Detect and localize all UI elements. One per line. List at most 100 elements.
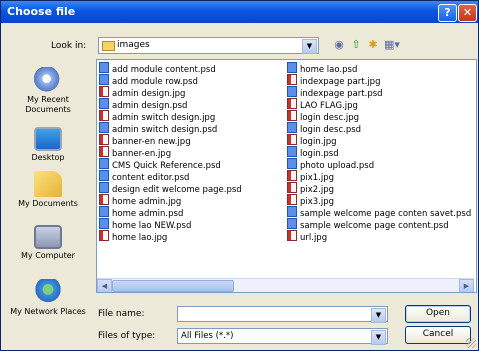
file-item[interactable]: admin design.jpg — [99, 86, 242, 99]
file-name-field[interactable]: ▼ — [177, 306, 388, 323]
jpg-file-icon — [287, 98, 297, 109]
file-item[interactable]: home admin.jpg — [99, 194, 242, 207]
file-item[interactable]: add module row.psd — [99, 74, 242, 87]
psd-file-icon — [99, 218, 109, 229]
file-item-label: home lao.jpg — [112, 233, 168, 243]
file-item[interactable]: login.psd — [287, 146, 471, 159]
file-item[interactable]: admin switch design.psd — [99, 122, 242, 135]
file-item[interactable]: login desc.jpg — [287, 110, 471, 123]
recent-documents-icon — [34, 67, 62, 93]
place-recent-documents[interactable]: My Recent Documents — [5, 67, 91, 115]
network-places-icon — [34, 279, 62, 305]
scroll-right-icon[interactable]: ▶ — [459, 279, 474, 292]
file-item[interactable]: design edit welcome page.psd — [99, 182, 242, 195]
horizontal-scrollbar[interactable]: ◀ ▶ — [97, 278, 474, 292]
resize-grip[interactable] — [466, 338, 476, 348]
places-bar: My Recent Documents Desktop My Documents… — [5, 59, 91, 329]
file-item[interactable]: url.jpg — [287, 230, 471, 243]
file-type-value: All Files (*.*) — [181, 331, 234, 341]
my-documents-icon — [34, 171, 62, 197]
file-item-label: url.jpg — [300, 233, 328, 243]
chevron-down-icon[interactable]: ▼ — [371, 330, 386, 345]
look-in-value: images — [117, 40, 150, 50]
file-item[interactable]: CMS Quick Reference.psd — [99, 158, 242, 171]
file-item[interactable]: indexpage part.psd — [287, 86, 471, 99]
jpg-file-icon — [287, 194, 297, 205]
file-item[interactable]: sample welcome page conten savet.psd — [287, 206, 471, 219]
title-bar[interactable]: Choose file ? ✕ — [1, 1, 478, 23]
place-label: Desktop — [31, 153, 65, 162]
file-column-left: add module content.psd add module row.psd… — [99, 62, 242, 243]
cancel-button[interactable]: Cancel — [405, 326, 471, 344]
psd-file-icon — [99, 74, 109, 85]
scroll-thumb[interactable] — [112, 280, 234, 292]
jpg-file-icon — [287, 182, 297, 193]
file-item[interactable]: LAO FLAG.jpg — [287, 98, 471, 111]
file-item[interactable]: pix1.jpg — [287, 170, 471, 183]
psd-file-icon — [287, 206, 297, 217]
file-type-select[interactable]: All Files (*.*) ▼ — [177, 328, 388, 345]
help-button[interactable]: ? — [438, 4, 457, 22]
file-item[interactable]: home lao.jpg — [99, 230, 242, 243]
file-item[interactable]: pix2.jpg — [287, 182, 471, 195]
file-item[interactable]: sample welcome page content.psd — [287, 218, 471, 231]
file-item[interactable]: login desc.psd — [287, 122, 471, 135]
jpg-file-icon — [287, 170, 297, 181]
file-item[interactable]: home lao NEW.psd — [99, 218, 242, 231]
psd-file-icon — [287, 86, 297, 97]
file-item[interactable]: admin design.psd — [99, 98, 242, 111]
place-my-computer[interactable]: My Computer — [5, 225, 91, 261]
place-network[interactable]: My Network Places — [5, 279, 91, 317]
look-in-dropdown[interactable]: images ▼ — [98, 37, 319, 54]
jpg-file-icon — [99, 86, 109, 97]
file-item[interactable]: indexpage part.jpg — [287, 74, 471, 87]
jpg-file-icon — [99, 146, 109, 157]
place-my-documents[interactable]: My Documents — [5, 171, 91, 209]
jpg-file-icon — [99, 230, 109, 241]
psd-file-icon — [99, 98, 109, 109]
psd-file-icon — [287, 122, 297, 133]
chevron-down-icon[interactable]: ▼ — [371, 308, 386, 323]
file-item[interactable]: photo upload.psd — [287, 158, 471, 171]
psd-file-icon — [99, 170, 109, 181]
psd-file-icon — [99, 122, 109, 133]
psd-file-icon — [99, 182, 109, 193]
psd-file-icon — [287, 146, 297, 157]
jpg-file-icon — [287, 110, 297, 121]
file-item[interactable]: add module content.psd — [99, 62, 242, 75]
place-label: My Recent Documents — [25, 95, 71, 114]
file-item[interactable]: login.jpg — [287, 134, 471, 147]
file-item[interactable]: home lao.psd — [287, 62, 471, 75]
scroll-left-icon[interactable]: ◀ — [97, 279, 112, 292]
file-list[interactable]: add module content.psd add module row.psd… — [96, 59, 477, 293]
choose-file-dialog: Choose file ? ✕ Look in: images ▼ ◉ ⇧ ✱ … — [0, 0, 479, 351]
my-computer-icon — [34, 225, 62, 249]
look-in-label: Look in: — [51, 41, 87, 51]
back-icon[interactable]: ◉ — [332, 38, 346, 52]
file-name-label: File name: — [98, 309, 145, 319]
folder-icon — [102, 41, 115, 51]
up-folder-icon[interactable]: ⇧ — [349, 38, 363, 52]
file-column-right: home lao.psd indexpage part.jpg indexpage … — [287, 62, 471, 243]
close-button[interactable]: ✕ — [458, 4, 477, 22]
psd-file-icon — [287, 158, 297, 169]
jpg-file-icon — [99, 110, 109, 121]
psd-file-icon — [99, 158, 109, 169]
open-button[interactable]: Open — [405, 305, 471, 323]
view-menu-icon[interactable]: ▦▾ — [384, 38, 400, 52]
file-item[interactable]: pix3.jpg — [287, 194, 471, 207]
place-label: My Documents — [18, 199, 78, 208]
file-item[interactable]: home admin.psd — [99, 206, 242, 219]
jpg-file-icon — [99, 134, 109, 145]
chevron-down-icon[interactable]: ▼ — [302, 39, 317, 54]
file-item[interactable]: content editor.psd — [99, 170, 242, 183]
desktop-icon — [34, 127, 62, 151]
psd-file-icon — [99, 206, 109, 217]
place-desktop[interactable]: Desktop — [5, 127, 91, 163]
file-item[interactable]: banner-en.jpg — [99, 146, 242, 159]
file-item[interactable]: banner-en new.jpg — [99, 134, 242, 147]
file-item[interactable]: admin switch design.jpg — [99, 110, 242, 123]
place-label: My Network Places — [10, 307, 86, 316]
new-folder-icon[interactable]: ✱ — [366, 38, 380, 52]
psd-file-icon — [99, 62, 109, 73]
